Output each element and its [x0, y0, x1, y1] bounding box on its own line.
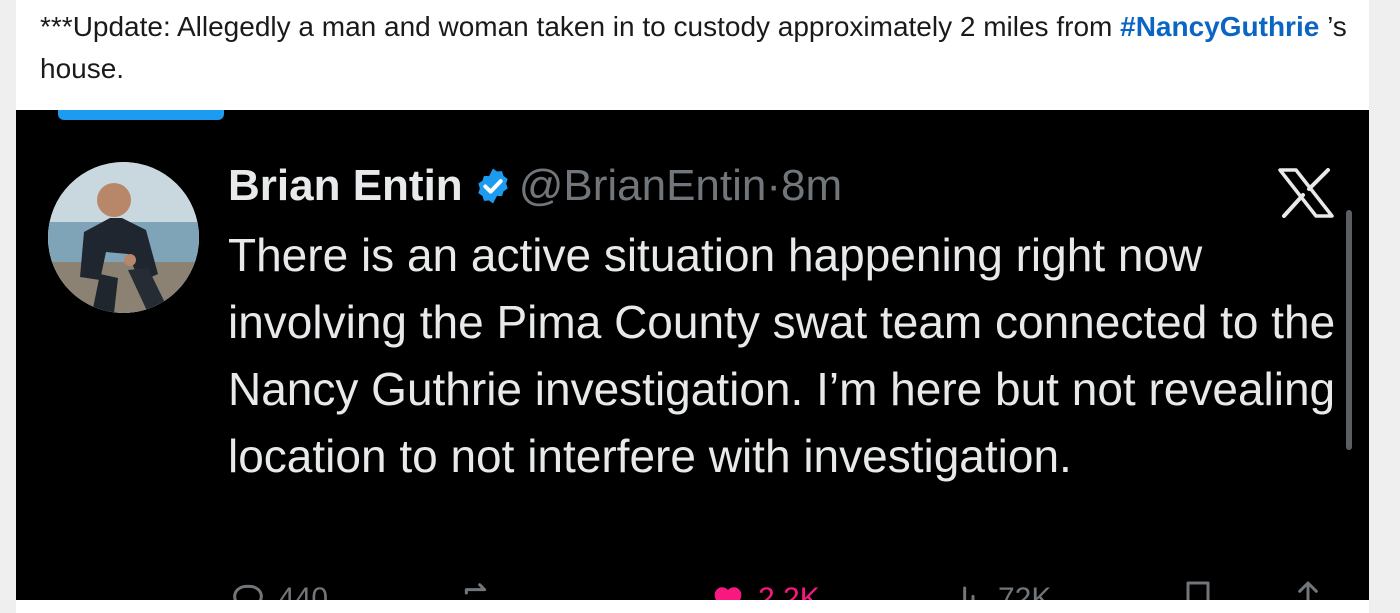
hashtag-link[interactable]: #NancyGuthrie — [1120, 11, 1319, 42]
author-name[interactable]: Brian Entin — [228, 161, 463, 210]
post-text: ***Update: Allegedly a man and woman tak… — [40, 6, 1350, 90]
repost-icon — [464, 583, 487, 595]
tweet-body: There is an active situation happening r… — [228, 229, 1336, 482]
reply-icon — [233, 584, 263, 600]
tweet-header: Brian Entin @BrianEntin·8m — [228, 158, 842, 220]
share-icon — [1295, 581, 1321, 600]
repost-action[interactable] — [458, 578, 508, 600]
bookmark-icon — [1186, 581, 1210, 600]
card-bottom — [16, 600, 1369, 613]
header-separator: · — [766, 161, 782, 210]
page: ***Update: Allegedly a man and woman tak… — [0, 0, 1400, 613]
bookmark-action[interactable] — [1178, 578, 1228, 600]
views-icon — [955, 586, 975, 600]
author-handle[interactable]: @BrianEntin — [519, 161, 767, 210]
x-logo-icon — [1278, 168, 1334, 218]
share-action[interactable] — [1288, 578, 1338, 600]
tweet-timestamp[interactable]: 8m — [781, 161, 842, 210]
scrollbar[interactable] — [1346, 210, 1352, 450]
like-action[interactable]: 2.2K — [708, 578, 820, 600]
views-action[interactable]: 72K — [948, 578, 1051, 600]
avatar-photo — [48, 162, 199, 313]
post-text-before: ***Update: Allegedly a man and woman tak… — [40, 11, 1121, 42]
embedded-tweet-image[interactable]: Brian Entin @BrianEntin·8m There is an ac… — [16, 110, 1369, 600]
post-card: ***Update: Allegedly a man and woman tak… — [16, 0, 1369, 613]
views-count: 72K — [998, 582, 1052, 600]
reply-action[interactable]: 440 — [228, 578, 328, 600]
like-count: 2.2K — [758, 582, 820, 600]
like-icon — [714, 587, 742, 600]
avatar — [48, 162, 199, 313]
verified-badge-icon — [473, 164, 513, 220]
tweet-action-bar: 440 2.2K 72K — [228, 578, 1338, 600]
reply-count: 440 — [278, 582, 329, 600]
image-top-tab — [58, 110, 224, 120]
